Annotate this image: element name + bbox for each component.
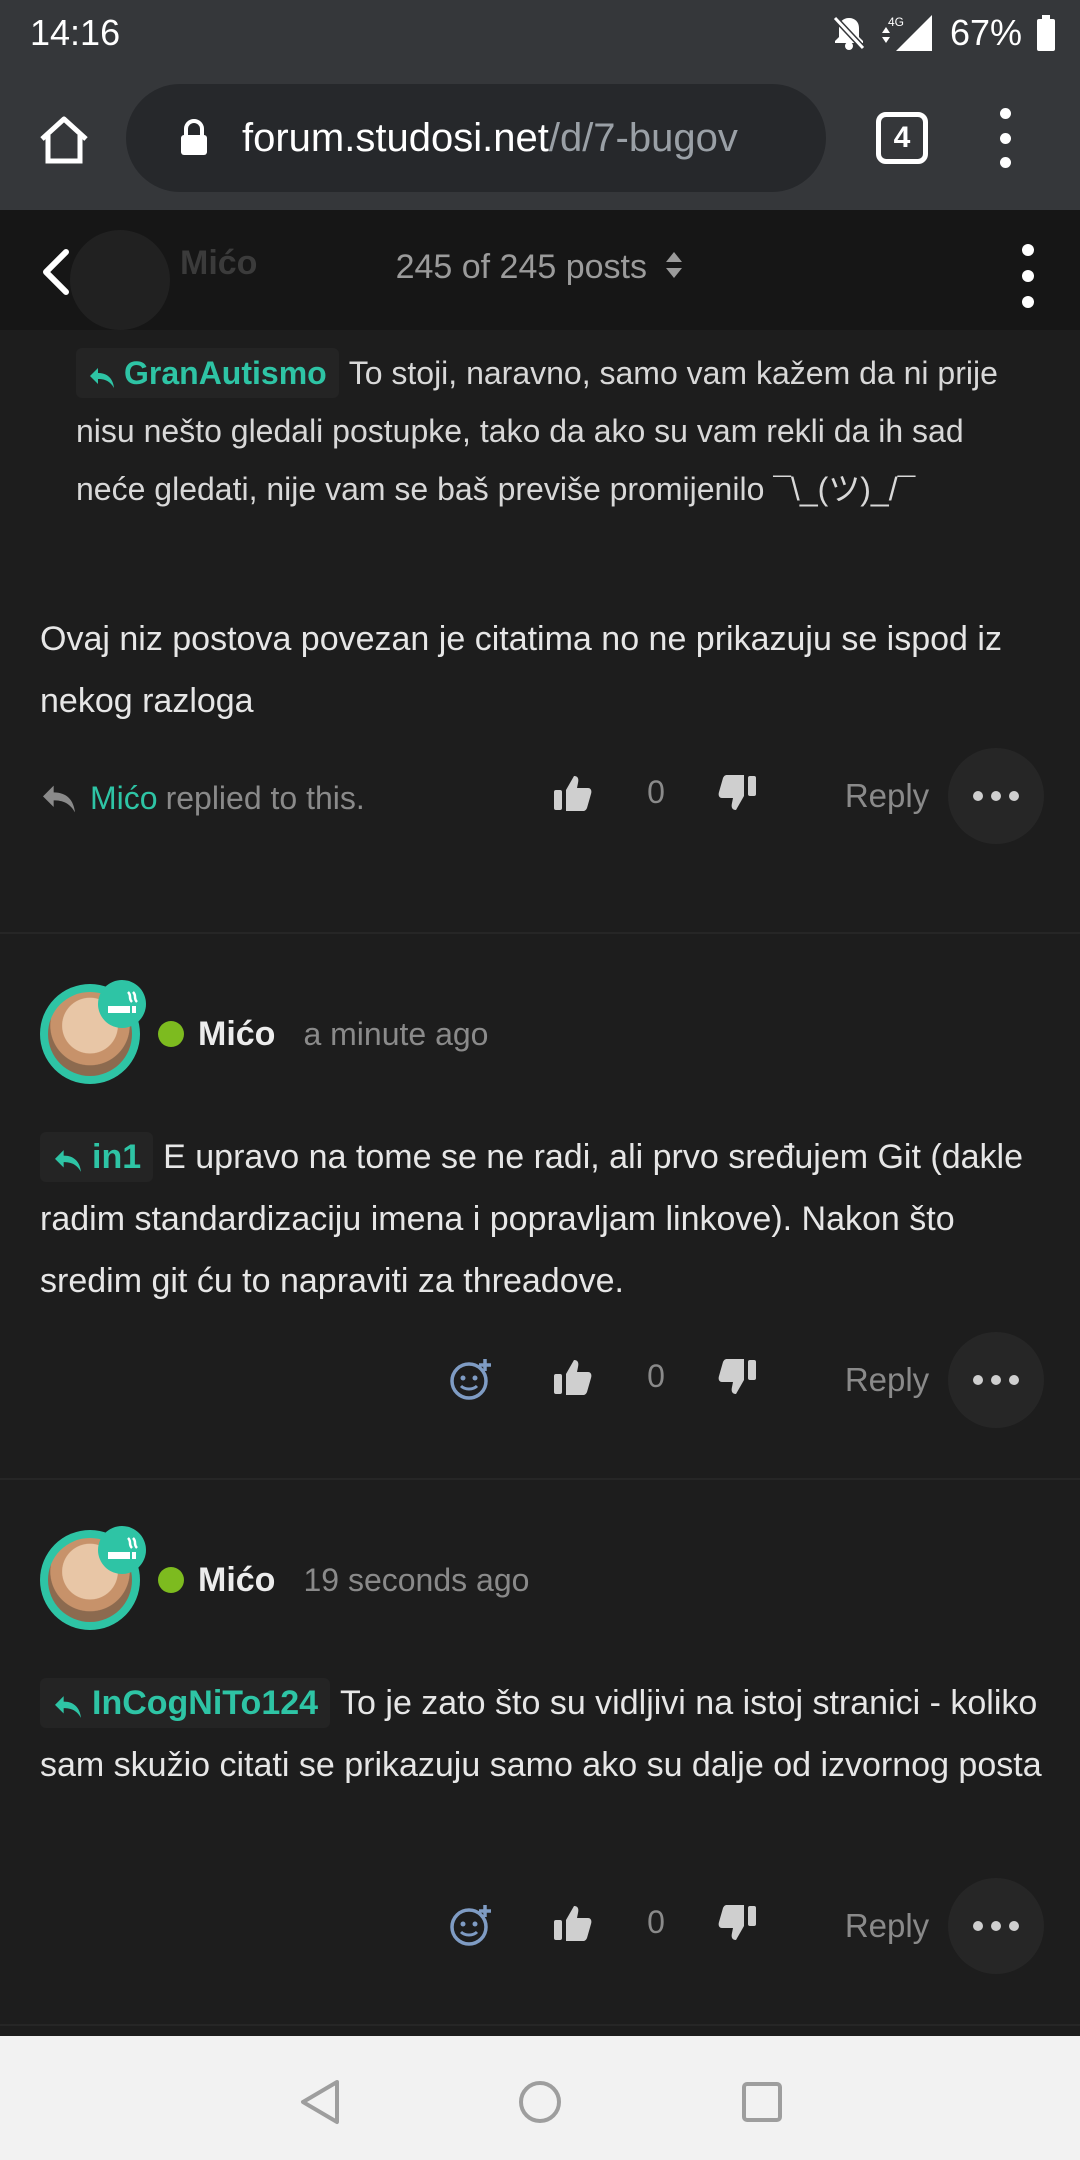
avatar[interactable] <box>40 1526 146 1630</box>
post-time[interactable]: 19 seconds ago <box>303 1562 529 1599</box>
mention-link[interactable]: in1 <box>40 1132 154 1182</box>
like-count: 0 <box>647 1357 665 1394</box>
sort-arrows-icon <box>664 249 684 290</box>
username[interactable]: Mićo <box>198 1015 275 1054</box>
post-divider <box>0 1478 1080 1480</box>
reply-arrow-icon <box>55 1150 81 1172</box>
status-time: 14:16 <box>30 12 121 53</box>
nav-back-button[interactable] <box>290 2072 350 2132</box>
post-options-button[interactable] <box>948 1332 1044 1428</box>
reply-arrow-icon <box>55 1696 81 1718</box>
post-3-body: InCogNiTo124 To je zato što su vidljivi n… <box>40 1672 1050 1796</box>
post-1-controls: 0 Reply <box>0 748 1080 844</box>
post-3-header: Mićo 19 seconds ago <box>40 1526 529 1630</box>
online-indicator <box>158 1021 184 1047</box>
reply-button[interactable]: Reply <box>840 1902 934 1950</box>
like-button[interactable] <box>550 768 596 818</box>
post-time[interactable]: a minute ago <box>303 1016 488 1053</box>
tab-switcher-button[interactable]: 4 <box>876 112 928 164</box>
post-3-controls: 0 Reply <box>0 1878 1080 1974</box>
smoking-badge-icon <box>98 1526 146 1574</box>
triangle-back-icon <box>301 2080 339 2124</box>
dislike-button[interactable] <box>714 1352 760 1402</box>
reply-button[interactable]: Reply <box>840 772 934 820</box>
smoking-badge-icon <box>98 980 146 1028</box>
address-bar[interactable]: forum.studosi.net/d/7-bugov <box>126 84 826 192</box>
like-count: 0 <box>647 773 665 810</box>
dislike-button[interactable] <box>714 768 760 818</box>
post-divider <box>0 2024 1080 2026</box>
discussion-header: Mićo 245 of 245 posts <box>0 210 1080 330</box>
post-1-quote: GranAutismo To stoji, naravno, samo vam k… <box>76 344 1026 518</box>
post-2-header: Mićo a minute ago <box>40 980 488 1084</box>
bell-muted-icon <box>832 15 866 51</box>
status-icons: 4G 67% <box>832 10 1056 56</box>
status-bar: 14:16 4G 67% <box>0 0 1080 66</box>
mention-username: InCogNiTo124 <box>92 1684 319 1722</box>
url-text: forum.studosi.net/d/7-bugov <box>242 116 738 161</box>
url-path: /d/7-bugov <box>548 115 738 160</box>
mention-link[interactable]: GranAutismo <box>76 348 339 398</box>
thumbs-down-icon <box>718 1905 756 1940</box>
battery-icon <box>1036 15 1056 51</box>
like-button[interactable] <box>550 1352 596 1402</box>
post-scrubber[interactable]: 245 of 245 posts <box>0 248 1080 290</box>
post-options-button[interactable] <box>948 1878 1044 1974</box>
post-1-body: Ovaj niz postova povezan je citatima no … <box>40 608 1050 732</box>
page: 14:16 4G 67% forum.studosi.net/d/7-bugov… <box>0 0 1080 2160</box>
thumbs-up-icon <box>554 1906 592 1941</box>
thumbs-down-icon <box>718 1359 756 1394</box>
add-reaction-icon <box>450 1905 491 1946</box>
post-text: Ovaj niz postova povezan je citatima no … <box>40 620 1002 720</box>
like-button[interactable] <box>550 1898 596 1948</box>
system-nav-bar <box>0 2036 1080 2160</box>
post-text: E upravo na tome se ne radi, ali prvo sr… <box>40 1138 1023 1300</box>
thumbs-up-icon <box>554 1360 592 1395</box>
post-count: 245 of 245 posts <box>395 248 647 286</box>
avatar[interactable] <box>40 980 146 1084</box>
network-type: 4G <box>888 15 904 29</box>
home-icon <box>40 116 88 164</box>
thumbs-up-icon <box>554 776 592 811</box>
mention-username: in1 <box>92 1138 142 1176</box>
post-options-button[interactable] <box>948 748 1044 844</box>
nav-recents-button[interactable] <box>732 2072 792 2132</box>
circle-home-icon <box>519 2081 561 2123</box>
discussion-menu-button[interactable] <box>1016 244 1040 308</box>
nav-home-button[interactable] <box>510 2072 570 2132</box>
url-domain: forum.studosi.net <box>242 115 549 160</box>
post-2-controls: 0 Reply <box>0 1332 1080 1428</box>
post-2-body: in1 E upravo na tome se ne radi, ali prvo… <box>40 1126 1050 1312</box>
mention-username: GranAutismo <box>124 355 327 391</box>
reply-button[interactable]: Reply <box>840 1356 934 1404</box>
add-reaction-icon <box>450 1359 491 1400</box>
browser-menu-button[interactable] <box>990 108 1020 168</box>
online-indicator <box>158 1567 184 1593</box>
thumbs-down-icon <box>718 775 756 810</box>
lock-icon <box>174 118 214 158</box>
battery-percent: 67% <box>949 12 1022 53</box>
dislike-button[interactable] <box>714 1898 760 1948</box>
add-reaction-button[interactable] <box>446 1900 496 1950</box>
add-reaction-button[interactable] <box>446 1354 496 1404</box>
like-count: 0 <box>647 1903 665 1940</box>
reply-arrow-icon <box>90 368 114 388</box>
square-recents-icon <box>742 2082 782 2122</box>
post-divider <box>0 932 1080 934</box>
home-button[interactable] <box>30 106 98 174</box>
network-signal-icon: 4G <box>880 13 936 53</box>
browser-toolbar: forum.studosi.net/d/7-bugov 4 <box>0 66 1080 210</box>
mention-link[interactable]: InCogNiTo124 <box>40 1678 331 1728</box>
username[interactable]: Mićo <box>198 1561 275 1600</box>
